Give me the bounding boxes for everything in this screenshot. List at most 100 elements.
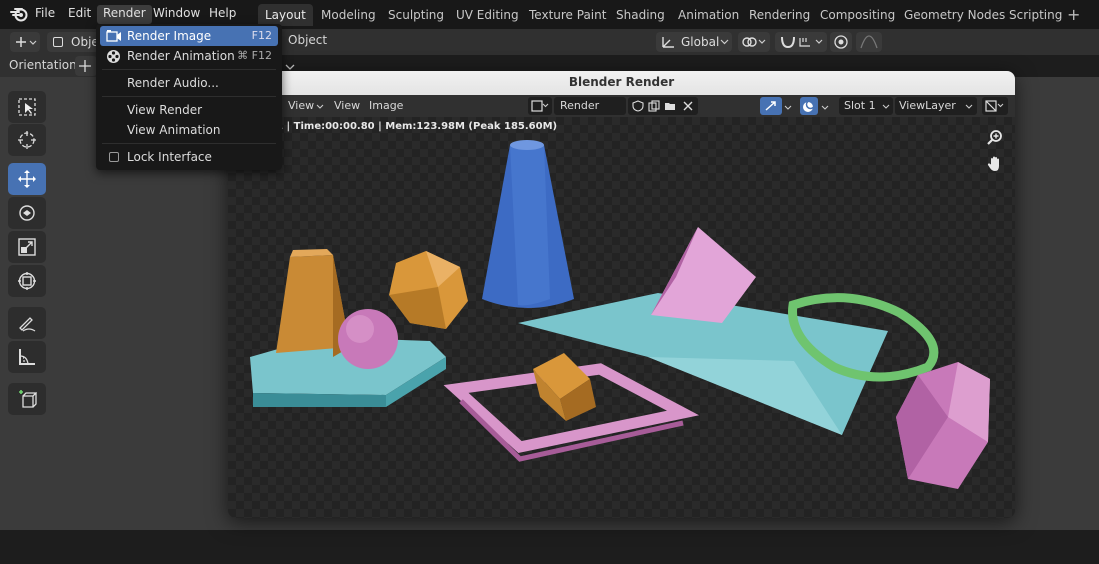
snapping-dropdown[interactable] — [775, 32, 827, 52]
render-image-item[interactable]: Render Image F12 — [100, 26, 278, 46]
add-cube-tool[interactable] — [8, 383, 46, 415]
menu-edit[interactable]: Edit — [62, 5, 97, 24]
object-menu[interactable]: Object — [288, 33, 327, 47]
render-window: Blender Render View View Image Render Sl… — [228, 71, 1015, 518]
gizmo-toggle-button[interactable] — [760, 97, 782, 115]
tab-sculpting[interactable]: Sculpting — [381, 4, 451, 26]
zoom-magnifier-icon — [987, 130, 1002, 145]
display-channels-icon — [985, 100, 1004, 112]
object-mode-dropdown[interactable]: Obje — [47, 32, 99, 52]
render-result-canvas[interactable]: Frame:1 | Time:00:00.80 | Mem:123.98M (P… — [228, 117, 1015, 518]
menu-separator — [102, 96, 276, 97]
orientation-dropdown[interactable] — [75, 56, 97, 76]
transform-pivot-button[interactable] — [10, 32, 40, 52]
select-box-tool[interactable] — [8, 91, 46, 123]
image-browse-dropdown[interactable] — [528, 97, 552, 115]
tab-animation[interactable]: Animation — [671, 4, 746, 26]
tab-modeling[interactable]: Modeling — [314, 4, 383, 26]
blender-logo-icon[interactable] — [10, 6, 28, 23]
tab-uv-editing[interactable]: UV Editing — [449, 4, 526, 26]
image-name-field[interactable]: Render Result — [554, 97, 626, 130]
render-preview-image — [250, 140, 990, 489]
lock-interface-item[interactable]: Lock Interface — [100, 147, 278, 167]
overlays-icon — [803, 99, 816, 112]
image-browse-icon — [531, 100, 549, 112]
fake-user-shield-icon[interactable] — [632, 100, 644, 112]
orientation-label: Global — [681, 35, 720, 49]
view-layer-label: ViewLayer — [899, 99, 956, 112]
cursor-icon — [18, 131, 36, 149]
tab-scripting[interactable]: Scripting — [1002, 4, 1069, 26]
render-image-shortcut: F12 — [251, 29, 272, 42]
menu-window[interactable]: Window — [147, 5, 206, 24]
pivot-point-dropdown[interactable] — [738, 32, 770, 52]
menu-separator — [102, 143, 276, 144]
scale-icon — [18, 238, 36, 256]
view-animation-label: View Animation — [127, 123, 221, 137]
image-datablock-buttons — [628, 97, 698, 115]
lock-interface-checkbox[interactable] — [109, 152, 119, 162]
render-still-icon — [106, 30, 121, 42]
collapse-chevron-icon[interactable] — [284, 59, 296, 71]
cursor-tool[interactable] — [8, 124, 46, 156]
object-mode-label: Obje — [71, 35, 99, 49]
display-channels-dropdown[interactable] — [982, 97, 1008, 115]
chevron-down-icon[interactable] — [784, 104, 792, 111]
rotate-icon — [19, 205, 35, 221]
render-animation-item[interactable]: Render Animation ⌘ F12 — [100, 46, 278, 66]
falloff-dropdown[interactable] — [856, 32, 882, 52]
view-render-label: View Render — [127, 103, 203, 117]
tab-compositing[interactable]: Compositing — [813, 4, 902, 26]
rotate-tool[interactable] — [8, 197, 46, 229]
slot-dropdown[interactable]: Slot 1 — [839, 97, 893, 115]
image-menu[interactable]: Image — [369, 97, 403, 115]
tab-geometry-nodes[interactable]: Geometry Nodes — [897, 4, 1012, 26]
pan-button[interactable] — [986, 155, 1004, 173]
tab-layout[interactable]: Layout — [258, 4, 313, 26]
select-box-icon — [18, 98, 36, 116]
overlays-toggle-button[interactable] — [800, 97, 818, 115]
proportional-edit-icon — [834, 35, 848, 49]
render-audio-item[interactable]: Render Audio... — [100, 73, 278, 93]
slot-label: Slot 1 — [844, 99, 876, 112]
measure-tool[interactable] — [8, 341, 46, 373]
menu-file[interactable]: File — [29, 5, 61, 24]
move-tool[interactable] — [8, 163, 46, 195]
duplicate-icon[interactable] — [648, 100, 660, 112]
transform-icon — [16, 37, 37, 47]
image-editor-header: View View Image Render Result Slot 1 — [228, 95, 1015, 130]
move-icon — [18, 170, 36, 188]
render-image-label: Render Image — [127, 29, 212, 43]
transform-tool[interactable] — [8, 265, 46, 297]
annotate-pencil-icon — [19, 317, 36, 332]
view-menu[interactable]: View — [334, 97, 360, 115]
tab-texture-paint[interactable]: Texture Paint — [522, 4, 613, 26]
menu-render[interactable]: Render — [97, 5, 152, 24]
annotate-tool[interactable] — [8, 307, 46, 339]
folder-icon[interactable] — [664, 100, 676, 112]
chevron-down-icon — [316, 104, 324, 109]
add-workspace-button[interactable]: + — [1067, 5, 1080, 24]
menu-help[interactable]: Help — [203, 5, 242, 24]
view-render-item[interactable]: View Render — [100, 100, 278, 120]
transform-orientation-dropdown[interactable]: Global — [656, 32, 732, 52]
proportional-edit-button[interactable] — [830, 32, 852, 52]
render-menu-dropdown: Render Image F12 Render Animation ⌘ F12 … — [96, 24, 282, 170]
scale-tool[interactable] — [8, 231, 46, 263]
render-audio-label: Render Audio... — [127, 76, 219, 90]
render-animation-shortcut: ⌘ F12 — [237, 49, 272, 62]
render-window-titlebar[interactable]: Blender Render — [228, 71, 1015, 95]
close-icon[interactable] — [682, 100, 694, 112]
chevron-down-icon[interactable] — [821, 104, 829, 111]
chevron-down-icon — [965, 104, 973, 109]
view-mode-label: View — [288, 99, 315, 112]
tab-shading[interactable]: Shading — [609, 4, 672, 26]
zoom-button[interactable] — [986, 129, 1004, 147]
gizmo-arrow-icon — [765, 101, 776, 111]
view-layer-dropdown[interactable]: ViewLayer — [895, 97, 977, 115]
tab-rendering[interactable]: Rendering — [742, 4, 817, 26]
view-animation-item[interactable]: View Animation — [100, 120, 278, 140]
orientation-axes-icon — [662, 37, 674, 48]
hand-pan-icon — [987, 156, 999, 171]
orientation-icon — [79, 60, 91, 72]
